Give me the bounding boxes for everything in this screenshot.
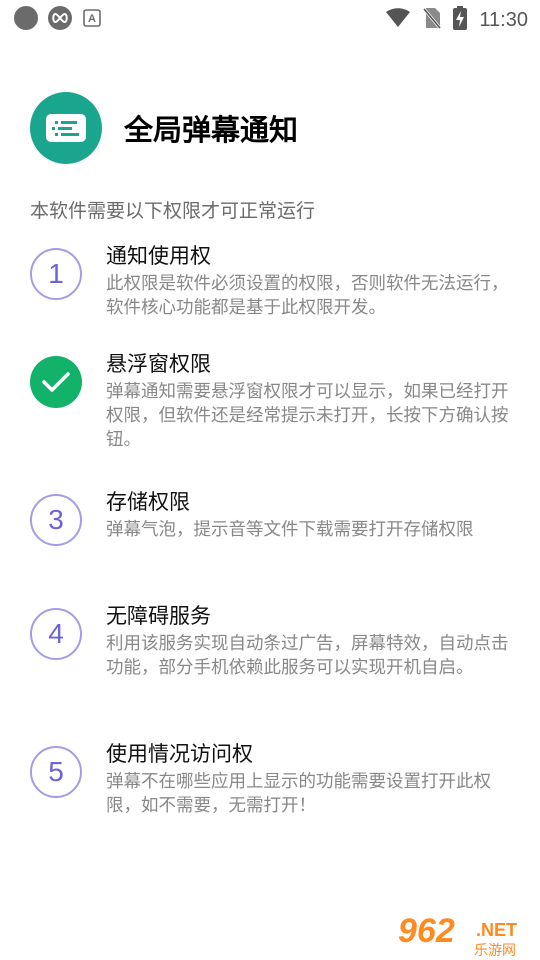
clock-time: 11:30	[479, 8, 528, 31]
site-watermark: 962 .NET 乐游网	[398, 912, 534, 959]
permission-description: 此权限是软件必须设置的权限，否则软件无法运行，软件核心功能都是基于此权限开发。	[106, 274, 509, 318]
step-number-badge: 5	[30, 746, 82, 798]
keyboard-a-icon: A	[82, 8, 102, 28]
permission-description: 弹幕通知需要悬浮窗权限才可以显示，如果已经打开权限，但软件还是经常提示未打开，长…	[106, 382, 509, 450]
app-header: 全局弹幕通知	[30, 92, 298, 164]
page-subtitle: 本软件需要以下权限才可正常运行	[30, 200, 316, 222]
svg-text:A: A	[88, 13, 96, 25]
wifi-icon	[385, 8, 411, 32]
permission-title: 通知使用权	[106, 244, 211, 268]
permission-description: 弹幕不在哪些应用上显示的功能需要设置打开此权限，如不需要，无需打开！	[106, 772, 491, 816]
step-number-badge: 3	[30, 494, 82, 546]
permission-title: 存储权限	[106, 490, 190, 514]
check-icon	[30, 356, 82, 408]
status-bar: A 11:30	[0, 0, 540, 36]
permission-description: 利用该服务实现自动条过广告，屏幕特效，自动点击功能，部分手机依赖此服务可以实现开…	[106, 634, 509, 678]
no-sim-icon	[423, 7, 442, 33]
watermark-site-name: 乐游网	[474, 943, 516, 959]
permission-description: 弹幕气泡，提示音等文件下载需要打开存储权限	[106, 520, 474, 540]
watermark-number: 962	[398, 912, 455, 950]
app-title: 全局弹幕通知	[124, 113, 299, 147]
subtitle-icon	[30, 92, 102, 164]
step-number-badge: 1	[30, 248, 82, 300]
step-number-badge: 4	[30, 608, 82, 660]
battery-charging-icon	[453, 6, 468, 34]
permission-title: 使用情况访问权	[106, 742, 253, 766]
notification-dot-icon	[14, 6, 38, 30]
watermark-domain: .NET	[476, 920, 518, 940]
infinity-icon	[48, 6, 72, 30]
permission-title: 无障碍服务	[106, 604, 211, 628]
permission-title: 悬浮窗权限	[106, 352, 211, 376]
